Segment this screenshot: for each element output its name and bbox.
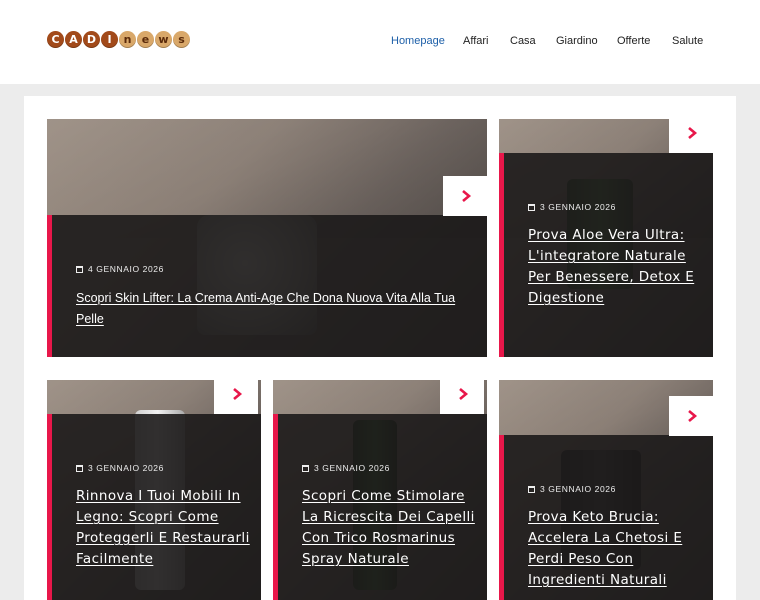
calendar-icon bbox=[76, 265, 83, 273]
logo-letter: C bbox=[47, 31, 64, 48]
calendar-icon bbox=[528, 485, 535, 493]
article-card[interactable]: 3 GENNAIO 2026 Prova Keto Brucia: Accele… bbox=[499, 380, 713, 600]
logo-letter: A bbox=[65, 31, 82, 48]
card-date-text: 4 GENNAIO 2026 bbox=[88, 264, 164, 274]
article-card[interactable]: 3 GENNAIO 2026 Rinnova I Tuoi Mobili In … bbox=[47, 380, 261, 600]
article-card[interactable]: 4 GENNAIO 2026 Scopri Skin Lifter: La Cr… bbox=[47, 119, 487, 357]
card-date-text: 3 GENNAIO 2026 bbox=[540, 484, 616, 494]
logo-letter: w bbox=[155, 31, 172, 48]
site-logo[interactable]: C A D I n e w s bbox=[47, 31, 191, 48]
chevron-right-icon bbox=[462, 190, 472, 202]
logo-letter: D bbox=[83, 31, 100, 48]
chevron-right-icon bbox=[233, 388, 243, 400]
card-arrow-button[interactable] bbox=[669, 119, 713, 153]
card-title[interactable]: Prova Keto Brucia: Accelera La Chetosi E… bbox=[528, 507, 708, 591]
card-arrow-button[interactable] bbox=[214, 380, 258, 414]
card-title[interactable]: Rinnova I Tuoi Mobili In Legno: Scopri C… bbox=[76, 486, 256, 570]
article-card[interactable]: 3 GENNAIO 2026 Prova Aloe Vera Ultra: L'… bbox=[499, 119, 713, 357]
calendar-icon bbox=[76, 464, 83, 472]
card-date-text: 3 GENNAIO 2026 bbox=[314, 463, 390, 473]
chevron-right-icon bbox=[688, 127, 698, 139]
card-date-text: 3 GENNAIO 2026 bbox=[88, 463, 164, 473]
card-title[interactable]: Prova Aloe Vera Ultra: L'integratore Nat… bbox=[528, 225, 708, 309]
card-accent-bar bbox=[47, 215, 52, 357]
card-date: 3 GENNAIO 2026 bbox=[76, 463, 164, 473]
card-title[interactable]: Scopri Come Stimolare La Ricrescita Dei … bbox=[302, 486, 482, 570]
nav-giardino[interactable]: Giardino bbox=[556, 35, 598, 47]
card-date: 3 GENNAIO 2026 bbox=[528, 484, 616, 494]
nav-salute[interactable]: Salute bbox=[672, 35, 703, 47]
site-header: C A D I n e w s Homepage Affari Casa Gia… bbox=[0, 0, 760, 84]
card-date: 3 GENNAIO 2026 bbox=[302, 463, 390, 473]
card-arrow-button[interactable] bbox=[443, 176, 487, 216]
calendar-icon bbox=[302, 464, 309, 472]
card-arrow-button[interactable] bbox=[440, 380, 484, 414]
nav-affari[interactable]: Affari bbox=[463, 35, 488, 47]
card-date-text: 3 GENNAIO 2026 bbox=[540, 202, 616, 212]
article-card[interactable]: 3 GENNAIO 2026 Scopri Come Stimolare La … bbox=[273, 380, 487, 600]
card-title[interactable]: Scopri Skin Lifter: La Crema Anti-Age Ch… bbox=[76, 288, 466, 330]
card-accent-bar bbox=[499, 435, 504, 600]
card-accent-bar bbox=[273, 414, 278, 600]
nav-casa[interactable]: Casa bbox=[510, 35, 536, 47]
chevron-right-icon bbox=[688, 410, 698, 422]
nav-homepage[interactable]: Homepage bbox=[391, 35, 445, 47]
logo-letter: e bbox=[137, 31, 154, 48]
logo-letter: s bbox=[173, 31, 190, 48]
logo-letter: n bbox=[119, 31, 136, 48]
chevron-right-icon bbox=[459, 388, 469, 400]
card-date: 3 GENNAIO 2026 bbox=[528, 202, 616, 212]
card-accent-bar bbox=[499, 153, 504, 357]
nav-offerte[interactable]: Offerte bbox=[617, 35, 650, 47]
logo-letter: I bbox=[101, 31, 118, 48]
calendar-icon bbox=[528, 203, 535, 211]
card-date: 4 GENNAIO 2026 bbox=[76, 264, 164, 274]
card-arrow-button[interactable] bbox=[669, 396, 713, 436]
card-overlay bbox=[52, 215, 487, 357]
card-accent-bar bbox=[47, 414, 52, 600]
